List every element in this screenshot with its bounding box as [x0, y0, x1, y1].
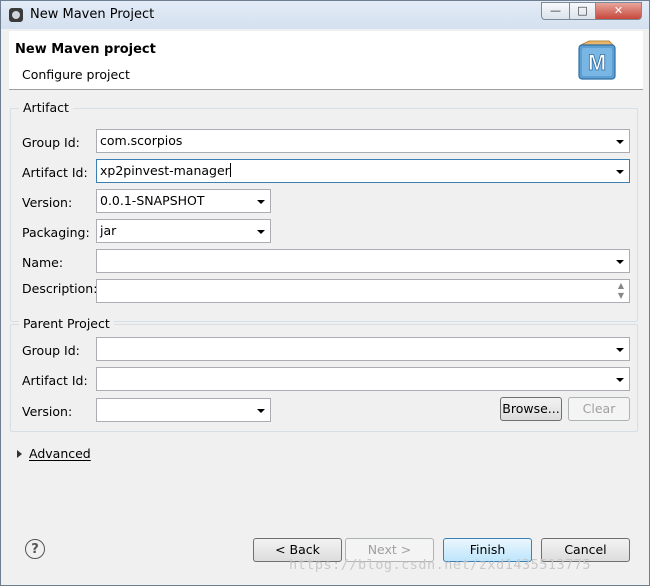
version-value: 0.0.1-SNAPSHOT	[100, 193, 205, 208]
parent-artifact-id-label: Artifact Id:	[22, 373, 88, 388]
artifact-id-value: xp2pinvest-manager	[100, 163, 230, 178]
group-id-value: com.scorpios	[100, 133, 183, 148]
wizard-subtitle: Configure project	[22, 67, 130, 82]
group-id-label: Group Id:	[22, 135, 80, 150]
watermark-text: https://blog.csdn.net/zxd1435513775	[289, 557, 591, 573]
parent-project-group: Parent Project Group Id: Artifact Id: Ve…	[10, 316, 638, 432]
name-label: Name:	[22, 255, 64, 270]
parent-artifact-id-combo[interactable]	[96, 367, 630, 391]
description-label: Description:	[22, 281, 98, 296]
artifact-id-label: Artifact Id:	[22, 165, 88, 180]
title-bar[interactable]: New Maven Project — □ ✕	[1, 1, 649, 29]
text-caret	[229, 163, 231, 177]
chevron-down-icon[interactable]	[616, 140, 624, 144]
chevron-down-icon[interactable]	[257, 409, 265, 413]
artifact-group: Artifact Group Id: com.scorpios Artifact…	[10, 100, 638, 322]
parent-version-label: Version:	[22, 404, 73, 419]
wizard-header: New Maven project Configure project M	[9, 31, 643, 90]
parent-version-combo[interactable]	[96, 398, 271, 422]
chevron-down-icon[interactable]	[616, 348, 624, 352]
clear-button[interactable]: Clear	[568, 397, 630, 421]
packaging-label: Packaging:	[22, 225, 90, 240]
advanced-toggle[interactable]: Advanced	[17, 446, 91, 461]
maven-m-icon: M	[578, 40, 616, 80]
wizard-content: Artifact Group Id: com.scorpios Artifact…	[9, 90, 643, 582]
advanced-label: Advanced	[29, 446, 91, 461]
close-button[interactable]: ✕	[595, 2, 642, 20]
parent-project-legend: Parent Project	[19, 316, 114, 331]
artifact-legend: Artifact	[19, 100, 73, 115]
name-combo[interactable]	[96, 249, 630, 273]
scroll-up-icon[interactable]: ▲	[615, 281, 627, 291]
wizard-title: New Maven project	[15, 42, 156, 57]
version-label: Version:	[22, 195, 73, 210]
minimize-button[interactable]: —	[541, 2, 570, 20]
chevron-down-icon[interactable]	[257, 200, 265, 204]
chevron-down-icon[interactable]	[616, 170, 624, 174]
parent-group-id-label: Group Id:	[22, 343, 80, 358]
new-maven-project-window: New Maven Project — □ ✕ New Maven projec…	[0, 0, 650, 586]
chevron-down-icon[interactable]	[257, 230, 265, 234]
artifact-id-combo[interactable]: xp2pinvest-manager	[96, 159, 630, 183]
packaging-value: jar	[100, 223, 117, 238]
description-textarea[interactable]: ▲ ▼	[96, 279, 630, 303]
chevron-down-icon[interactable]	[616, 378, 624, 382]
version-select[interactable]: 0.0.1-SNAPSHOT	[96, 189, 271, 213]
chevron-down-icon[interactable]	[616, 260, 624, 264]
window-title: New Maven Project	[30, 7, 155, 22]
svg-text:M: M	[588, 50, 606, 75]
help-icon[interactable]: ?	[25, 539, 45, 559]
parent-group-id-combo[interactable]	[96, 337, 630, 361]
maximize-button[interactable]: □	[569, 2, 596, 20]
group-id-combo[interactable]: com.scorpios	[96, 129, 630, 153]
browse-button[interactable]: Browse...	[500, 397, 562, 421]
expand-arrow-icon[interactable]	[17, 450, 22, 458]
eclipse-app-icon	[9, 8, 23, 22]
packaging-select[interactable]: jar	[96, 219, 271, 243]
scroll-down-icon[interactable]: ▼	[615, 291, 627, 301]
